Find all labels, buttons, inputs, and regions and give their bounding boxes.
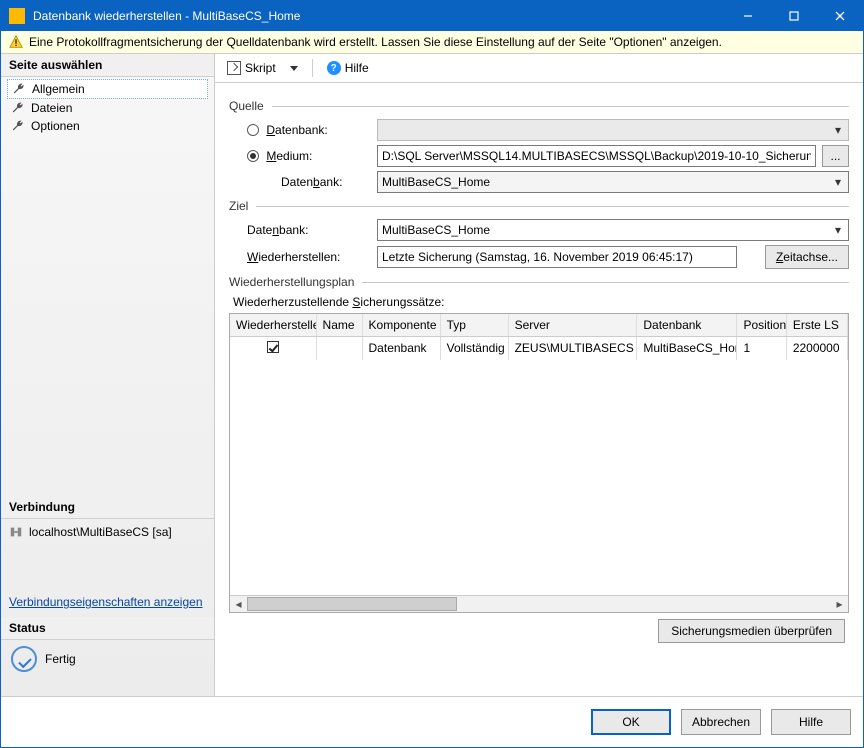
maximize-button[interactable]: [771, 1, 817, 31]
help-icon: ?: [327, 61, 341, 75]
source-medium-input[interactable]: [377, 145, 816, 167]
help-button[interactable]: Hilfe: [771, 709, 851, 735]
toolbar: Skript ? Hilfe: [215, 54, 863, 83]
sidebar-item-optionen[interactable]: Optionen: [7, 117, 208, 135]
source-medium-radio[interactable]: Medium:: [247, 149, 367, 163]
close-icon: [835, 11, 845, 21]
warning-icon: [9, 35, 23, 49]
grid-header: Wiederherstellen Name Komponente Typ Ser…: [230, 314, 848, 337]
content-pane: Skript ? Hilfe Quelle Datenbank:: [215, 54, 863, 696]
status-text: Fertig: [45, 652, 76, 666]
dialog-button-row: OK Abbrechen Hilfe: [1, 696, 863, 747]
warning-bar: Eine Protokollfragmentsicherung der Quel…: [1, 31, 863, 54]
sidebar-item-label: Dateien: [31, 101, 72, 115]
app-icon: [9, 8, 25, 24]
window-title: Datenbank wiederherstellen - MultiBaseCS…: [33, 9, 725, 23]
chevron-down-icon: [290, 66, 298, 71]
group-quelle: Quelle: [229, 99, 264, 113]
backup-sets-grid[interactable]: Wiederherstellen Name Komponente Typ Ser…: [229, 313, 849, 613]
script-dropdown[interactable]: [286, 64, 302, 73]
sidebar-connection-header: Verbindung: [1, 496, 214, 519]
sidebar-status-header: Status: [1, 617, 214, 640]
sidebar-item-dateien[interactable]: Dateien: [7, 99, 208, 117]
restore-checkbox[interactable]: [267, 341, 279, 353]
col-server[interactable]: Server: [509, 314, 638, 336]
sidebar: Seite auswählen Allgemein Dateien Option…: [1, 54, 215, 696]
group-plan: Wiederherstellungsplan: [229, 275, 354, 289]
wrench-icon: [11, 101, 25, 115]
minimize-button[interactable]: [725, 1, 771, 31]
maximize-icon: [789, 11, 799, 21]
radio-icon: [247, 124, 259, 136]
minimize-icon: [743, 11, 753, 21]
title-bar: Datenbank wiederherstellen - MultiBaseCS…: [1, 1, 863, 31]
col-name[interactable]: Name: [317, 314, 363, 336]
scroll-left-icon[interactable]: ◂: [230, 596, 247, 613]
sidebar-pages-header: Seite auswählen: [1, 54, 214, 77]
close-button[interactable]: [817, 1, 863, 31]
restore-to-input: [377, 246, 737, 268]
browse-medium-button[interactable]: ...: [822, 145, 849, 167]
col-position[interactable]: Position: [737, 314, 786, 336]
script-button[interactable]: Skript: [223, 59, 280, 77]
source-db-select[interactable]: MultiBaseCS_Home ▾: [377, 171, 849, 193]
status-ready-icon: [11, 646, 37, 672]
group-ziel: Ziel: [229, 199, 248, 213]
connection-text: localhost\MultiBaseCS [sa]: [29, 525, 172, 539]
verify-media-button[interactable]: Sicherungsmedien überprüfen: [658, 619, 845, 643]
col-first-lsn[interactable]: Erste LS: [787, 314, 848, 336]
scroll-thumb[interactable]: [247, 597, 457, 611]
help-button[interactable]: ? Hilfe: [323, 59, 373, 77]
dialog-window: Datenbank wiederherstellen - MultiBaseCS…: [0, 0, 864, 748]
window-buttons: [725, 1, 863, 31]
sidebar-item-allgemein[interactable]: Allgemein: [7, 79, 208, 99]
scroll-right-icon[interactable]: ▸: [831, 596, 848, 613]
connection-properties-link[interactable]: Verbindungseigenschaften anzeigen: [1, 595, 214, 617]
table-row[interactable]: Datenbank Vollständig ZEUS\MULTIBASECS M…: [230, 337, 848, 360]
radio-icon: [247, 150, 259, 162]
col-component[interactable]: Komponente: [363, 314, 441, 336]
source-db-radio[interactable]: Datenbank:: [247, 123, 367, 137]
ok-button[interactable]: OK: [591, 709, 671, 735]
col-restore[interactable]: Wiederherstellen: [230, 314, 317, 336]
col-database[interactable]: Datenbank: [637, 314, 737, 336]
chevron-down-icon: ▾: [830, 175, 846, 189]
script-icon: [227, 61, 241, 75]
server-icon: [9, 525, 23, 539]
toolbar-separator: [312, 59, 313, 77]
timeline-button[interactable]: Zeitachse...: [765, 245, 849, 269]
wrench-icon: [11, 119, 25, 133]
source-db-combo: ▾: [377, 119, 849, 141]
target-db-combo[interactable]: MultiBaseCS_Home ▾: [377, 219, 849, 241]
chevron-down-icon: ▾: [830, 223, 846, 237]
horizontal-scrollbar[interactable]: ◂ ▸: [230, 595, 848, 612]
sidebar-item-label: Optionen: [31, 119, 80, 133]
chevron-down-icon: ▾: [830, 123, 846, 137]
col-type[interactable]: Typ: [441, 314, 509, 336]
wrench-icon: [12, 82, 26, 96]
warning-text: Eine Protokollfragmentsicherung der Quel…: [29, 35, 722, 49]
cancel-button[interactable]: Abbrechen: [681, 709, 761, 735]
sidebar-item-label: Allgemein: [32, 82, 85, 96]
